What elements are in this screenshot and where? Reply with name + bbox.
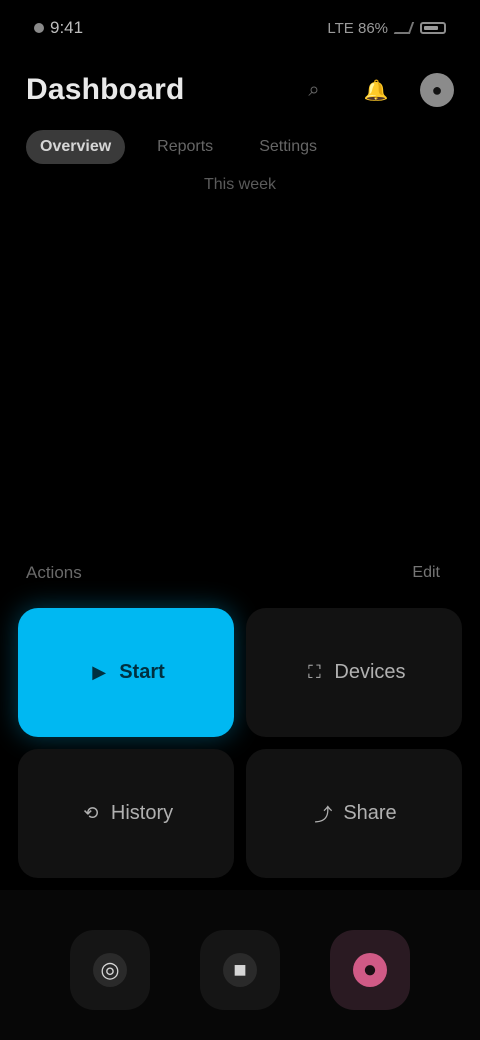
section-title: Actions — [26, 563, 82, 582]
card-devices-label: Devices — [334, 661, 406, 683]
header-actions: ⌕ 🔔 ● — [296, 72, 454, 108]
tab-bar: Overview Reports Settings — [26, 126, 454, 168]
history-icon: ⟲ — [83, 803, 99, 823]
card-share-label: Share — [343, 802, 397, 824]
target-icon: ◎ — [93, 953, 127, 987]
bottom-controls: ◎ ■ ● — [0, 890, 480, 1040]
tab-overview[interactable]: Overview — [26, 130, 126, 164]
card-start[interactable]: ▶ Start — [18, 608, 234, 737]
stop-button[interactable]: ■ — [200, 930, 280, 1010]
status-right: LTE 86% — [327, 20, 446, 37]
record-icon: ● — [353, 953, 387, 987]
stop-icon: ■ — [223, 953, 257, 987]
share-icon: ⤴ — [314, 804, 333, 825]
profile-icon[interactable]: ● — [420, 73, 454, 107]
content-empty-area — [0, 220, 480, 540]
play-icon: ▶ — [92, 662, 107, 682]
signal-icon — [393, 22, 415, 34]
status-left: 9:41 — [34, 18, 83, 38]
bell-icon[interactable]: 🔔 — [358, 72, 394, 108]
battery-icon — [420, 22, 446, 34]
card-share[interactable]: ⤴ Share — [246, 749, 462, 878]
period-label[interactable]: This week — [0, 176, 480, 194]
card-history-label: History — [110, 802, 174, 824]
section-action-button[interactable]: Edit — [398, 556, 454, 590]
search-glyph: ⌕ — [308, 78, 320, 101]
app-header: Dashboard ⌕ 🔔 ● — [26, 60, 454, 120]
card-history[interactable]: ⟲ History — [18, 749, 234, 878]
bell-glyph: 🔔 — [363, 79, 389, 102]
card-devices[interactable]: ⛶ Devices — [246, 608, 462, 737]
card-start-label: Start — [119, 661, 165, 683]
camera-dot-icon — [34, 23, 44, 33]
profile-glyph: ● — [431, 79, 443, 100]
page-title: Dashboard — [26, 73, 185, 106]
actions-grid: ▶ Start ⛶ Devices ⟲ History ⤴ Share — [18, 608, 462, 878]
target-button[interactable]: ◎ — [70, 930, 150, 1010]
status-bar: 9:41 LTE 86% — [0, 0, 480, 56]
status-indicators: LTE 86% — [327, 19, 388, 37]
bottom-buttons: ◎ ■ ● — [0, 930, 480, 1010]
search-icon[interactable]: ⌕ — [296, 72, 332, 108]
record-button[interactable]: ● — [330, 930, 410, 1010]
actions-section-header: Actions Edit — [26, 550, 454, 596]
devices-icon: ⛶ — [308, 662, 321, 682]
tab-reports[interactable]: Reports — [143, 130, 227, 164]
tab-settings[interactable]: Settings — [245, 130, 331, 164]
status-time: 9:41 — [50, 18, 84, 37]
